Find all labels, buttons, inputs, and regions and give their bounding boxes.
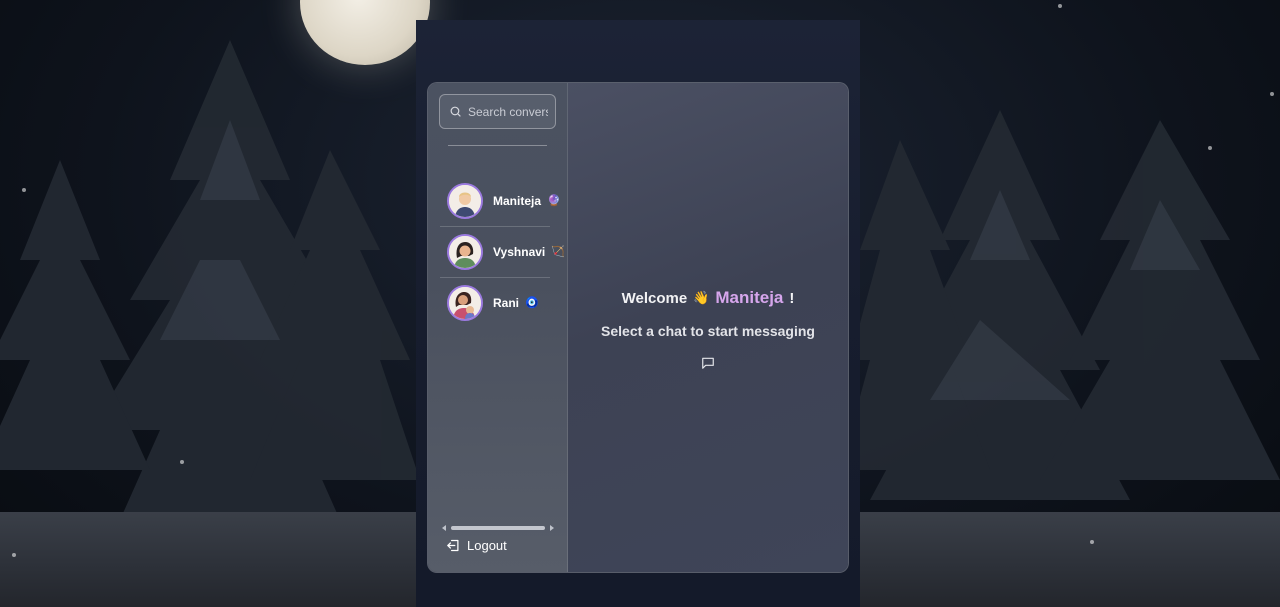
- snowflake: [12, 553, 16, 557]
- horizontal-scrollbar[interactable]: [442, 524, 554, 532]
- mother-child-avatar-icon: [449, 286, 481, 319]
- status-emoji: 🧿: [525, 297, 539, 309]
- username: Maniteja: [715, 288, 784, 307]
- avatar: [447, 233, 483, 270]
- scrollbar-thumb[interactable]: [451, 526, 545, 530]
- logout-label: Logout: [467, 538, 507, 553]
- snowflake: [1090, 540, 1094, 544]
- welcome-text: Welcome: [621, 289, 688, 307]
- scroll-right-arrow[interactable]: [550, 525, 554, 531]
- conversation-name: Vyshnavi: [493, 244, 546, 259]
- snowflake: [1270, 92, 1274, 96]
- welcome-heading: Welcome 👋 Maniteja !: [622, 288, 795, 308]
- female-avatar-icon: [449, 235, 481, 268]
- conversation-item-rani[interactable]: Rani 🧿: [439, 277, 556, 328]
- conversation-list: Maniteja 🔮 Vyshnavi 🏹 Rani 🧿: [439, 175, 565, 328]
- logout-button[interactable]: Logout: [446, 538, 507, 553]
- status-emoji: 🔮: [547, 195, 561, 207]
- logout-icon: [447, 539, 459, 552]
- chat-app-window: Maniteja 🔮 Vyshnavi 🏹: [427, 82, 849, 573]
- conversation-item-vyshnavi[interactable]: Vyshnavi 🏹: [439, 226, 565, 277]
- conversation-name: Rani: [493, 295, 520, 310]
- avatar: [447, 182, 483, 219]
- snowflake: [180, 460, 184, 464]
- scroll-left-arrow[interactable]: [442, 525, 446, 531]
- search-icon: [450, 106, 461, 117]
- snowflake: [1058, 4, 1062, 8]
- divider: [448, 145, 547, 146]
- message-square-icon: [702, 357, 714, 369]
- conversation-item-maniteja[interactable]: Maniteja 🔮: [439, 175, 561, 226]
- sidebar: Maniteja 🔮 Vyshnavi 🏹: [428, 83, 568, 572]
- avatar: [447, 284, 483, 321]
- exclamation: !: [789, 289, 795, 307]
- status-emoji: 🏹: [551, 246, 565, 258]
- wave-emoji: 👋: [693, 290, 710, 305]
- male-avatar-icon: [449, 184, 481, 217]
- snowflake: [22, 188, 26, 192]
- empty-state-message: Select a chat to start messaging: [601, 323, 815, 339]
- search-input[interactable]: [468, 104, 548, 119]
- main-panel: Welcome 👋 Maniteja ! Select a chat to st…: [568, 83, 848, 572]
- search-box[interactable]: [439, 94, 556, 129]
- conversation-name: Maniteja: [493, 193, 542, 208]
- snowflake: [1208, 146, 1212, 150]
